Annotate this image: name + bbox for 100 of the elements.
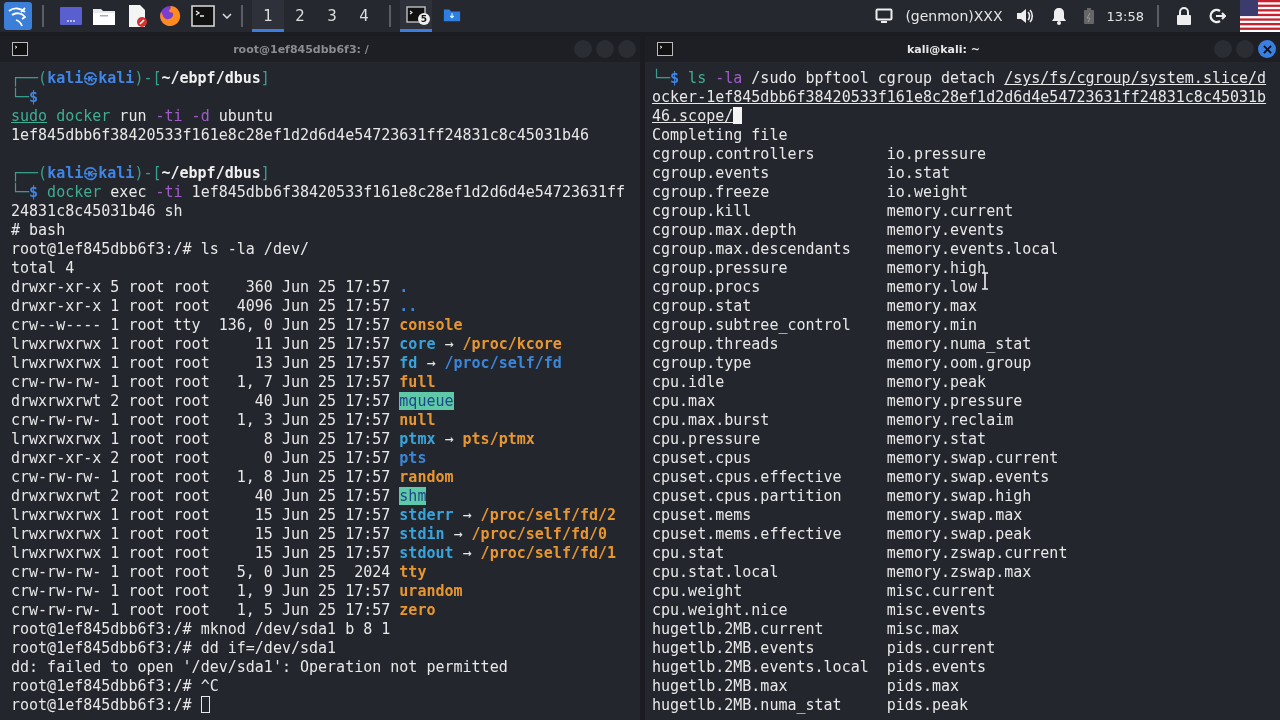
file-name: cgroup.max.descendants	[652, 240, 851, 259]
terminal-line: lrwxrwxrwx 1 root root 15 Jun 25 17:57 stdout → /proc/self/fd/1	[11, 544, 618, 563]
workspace-tab[interactable]: 3	[316, 0, 348, 32]
file-name: cpuset.mems.effective	[652, 525, 842, 544]
file-name: cpu.stat.local	[652, 563, 779, 582]
battery-icon[interactable]	[1082, 6, 1095, 26]
file-name: cpu.idle	[652, 373, 725, 392]
file-name: cpu.weight	[652, 582, 743, 601]
file-name: cgroup.controllers	[652, 145, 815, 164]
file-name: memory.swap.high	[886, 487, 1032, 506]
terminal-line: drwxr-xr-x 5 root root 360 Jun 25 17:57 .	[11, 278, 410, 297]
file-name: hugetlb.2MB.events	[652, 639, 815, 658]
file-name: pids.current	[886, 639, 996, 658]
file-name: cgroup.procs	[652, 278, 761, 297]
terminal-line: crw--w---- 1 root tty 136, 0 Jun 25 17:57 console	[11, 316, 464, 335]
terminal-line: crw-rw-rw- 1 root root 1, 9 Jun 25 17:57 urandom	[11, 582, 464, 601]
window-count-badge: 5	[418, 13, 430, 25]
file-name: io.pressure	[886, 145, 987, 164]
terminal-icon	[406, 4, 426, 25]
file-name: cpuset.cpus	[652, 449, 752, 468]
lock-icon[interactable]	[1176, 6, 1192, 26]
terminal-line: lrwxrwxrwx 1 root root 11 Jun 25 17:57 core → /proc/kcore	[11, 335, 563, 354]
file-name: hugetlb.2MB.numa_stat	[652, 696, 842, 715]
file-name: cpu.pressure	[652, 430, 761, 449]
file-name: io.weight	[886, 183, 969, 202]
file-name: pids.peak	[886, 696, 969, 715]
terminal-line: Completing file	[652, 126, 789, 145]
file-name: cgroup.pressure	[652, 259, 788, 278]
terminal-icon	[12, 42, 28, 56]
file-name: misc.events	[886, 601, 987, 620]
terminal-line: root@1ef845dbb6f3:/# dd if=/dev/sda1	[11, 639, 338, 658]
window-title: kali@kali: ~	[906, 42, 981, 56]
file-name: memory.reclaim	[886, 411, 1014, 430]
terminal-line: sudo docker run -ti -d ubuntu	[11, 107, 274, 126]
file-name: memory.events.local	[886, 240, 1059, 259]
file-name: memory.swap.current	[886, 449, 1059, 468]
file-name: memory.swap.peak	[886, 525, 1032, 544]
file-name: io.stat	[886, 164, 950, 183]
file-name: cgroup.freeze	[652, 183, 770, 202]
file-name: memory.stat	[886, 430, 987, 449]
file-name: memory.current	[886, 202, 1014, 221]
close-button[interactable]	[1258, 40, 1276, 58]
file-name: cpuset.mems	[652, 506, 752, 525]
terminal-line: root@1ef845dbb6f3:/# ^C	[11, 677, 220, 696]
file-name: cpuset.cpus.partition	[652, 487, 842, 506]
kali-logo-icon[interactable]	[3, 2, 33, 30]
file-name: memory.numa_stat	[886, 335, 1032, 354]
terminal-icon[interactable]	[188, 2, 218, 30]
terminal-line: lrwxrwxrwx 1 root root 15 Jun 25 17:57 stderr → /proc/self/fd/2	[11, 506, 618, 525]
terminal-line: lrwxrwxrwx 1 root root 8 Jun 25 17:57 ptmx → pts/ptmx	[11, 430, 536, 449]
file-name: memory.pressure	[886, 392, 1023, 411]
terminal-task-button[interactable]: 5	[400, 0, 432, 32]
workspace-tab[interactable]: 4	[348, 0, 380, 32]
file-name: memory.low	[886, 278, 978, 297]
file-name: memory.oom.group	[886, 354, 1032, 373]
file-name: hugetlb.2MB.max	[652, 677, 788, 696]
terminal-line: └─$	[11, 88, 39, 107]
monitor-icon[interactable]	[875, 6, 894, 26]
terminal-line: lrwxrwxrwx 1 root root 15 Jun 25 17:57 stdin → /proc/self/fd/0	[11, 525, 609, 544]
terminal-line: crw-rw-rw- 1 root root 5, 0 Jun 25 2024 tty	[11, 563, 428, 582]
workspace-tab[interactable]: 1	[252, 0, 284, 32]
volume-icon[interactable]	[1014, 6, 1035, 26]
bell-icon[interactable]	[1050, 6, 1067, 26]
terminal-line: drwxr-xr-x 2 root root 0 Jun 25 17:57 pts	[11, 449, 428, 468]
terminal-line: crw-rw-rw- 1 root root 1, 7 Jun 25 17:57 full	[11, 373, 437, 392]
file-name: memory.min	[886, 316, 978, 335]
workspace-tab[interactable]: 2	[284, 0, 316, 32]
file-name: memory.peak	[886, 373, 987, 392]
logout-icon[interactable]	[1208, 6, 1226, 26]
file-name: cgroup.stat	[652, 297, 752, 316]
file-name: hugetlb.2MB.current	[652, 620, 824, 639]
terminal-line: lrwxrwxrwx 1 root root 13 Jun 25 17:57 fd → /proc/self/fd	[11, 354, 563, 373]
terminal-line: ┌──(kali㉿kali)-[~/ebpf/dbus]	[11, 164, 271, 183]
file-name: cgroup.type	[652, 354, 752, 373]
terminal-line: └─$ ls -la /sudo bpftool cgroup detach /sys/fs/cgroup/system.slice/docker-1ef845dbb6f38420533f161e8c28ef1d2d6d4e54723631ff24831c8c45031b46.scope/	[652, 69, 1268, 126]
terminal-line: crw-rw-rw- 1 root root 1, 3 Jun 25 17:57 null	[11, 411, 437, 430]
file-name: pids.max	[886, 677, 960, 696]
terminal-line: ┌──(kali㉿kali)-[~/ebpf/dbus]	[11, 69, 271, 88]
terminal-line: root@1ef845dbb6f3:/#	[11, 696, 631, 715]
file-name: cgroup.kill	[652, 202, 752, 221]
flag-icon[interactable]	[1240, 0, 1280, 32]
terminal-icon	[657, 42, 673, 56]
file-name: memory.events	[886, 221, 1005, 240]
terminal-line: └─$ docker exec -ti 1ef845dbb6f38420533f161e8c28ef1d2d6d4e54723631ff24831c8c45031b46 sh	[11, 183, 627, 221]
file-name: memory.zswap.current	[886, 544, 1068, 563]
terminal-line: 1ef845dbb6f38420533f161e8c28ef1d2d6d4e54723631ff24831c8c45031b46	[11, 126, 590, 145]
close-icon	[1262, 44, 1272, 54]
terminal-line: crw-rw-rw- 1 root root 1, 5 Jun 25 17:57 zero	[11, 601, 437, 620]
plugin-label: (genmon)XXX	[905, 8, 1003, 24]
file-name: cpu.stat	[652, 544, 725, 563]
clock[interactable]: 13:58	[1106, 8, 1144, 24]
file-name: cpu.weight.nice	[652, 601, 788, 620]
terminal-line: crw-rw-rw- 1 root root 1, 8 Jun 25 17:57 random	[11, 468, 455, 487]
file-name: cgroup.events	[652, 164, 770, 183]
file-name: cpu.max	[652, 392, 716, 411]
file-name: memory.max	[886, 297, 978, 316]
file-name: memory.swap.events	[886, 468, 1050, 487]
file-name: misc.current	[886, 582, 996, 601]
file-name: hugetlb.2MB.events.local	[652, 658, 869, 677]
terminal-line: dd: failed to open '/dev/sda1': Operation not permitted	[11, 658, 509, 677]
